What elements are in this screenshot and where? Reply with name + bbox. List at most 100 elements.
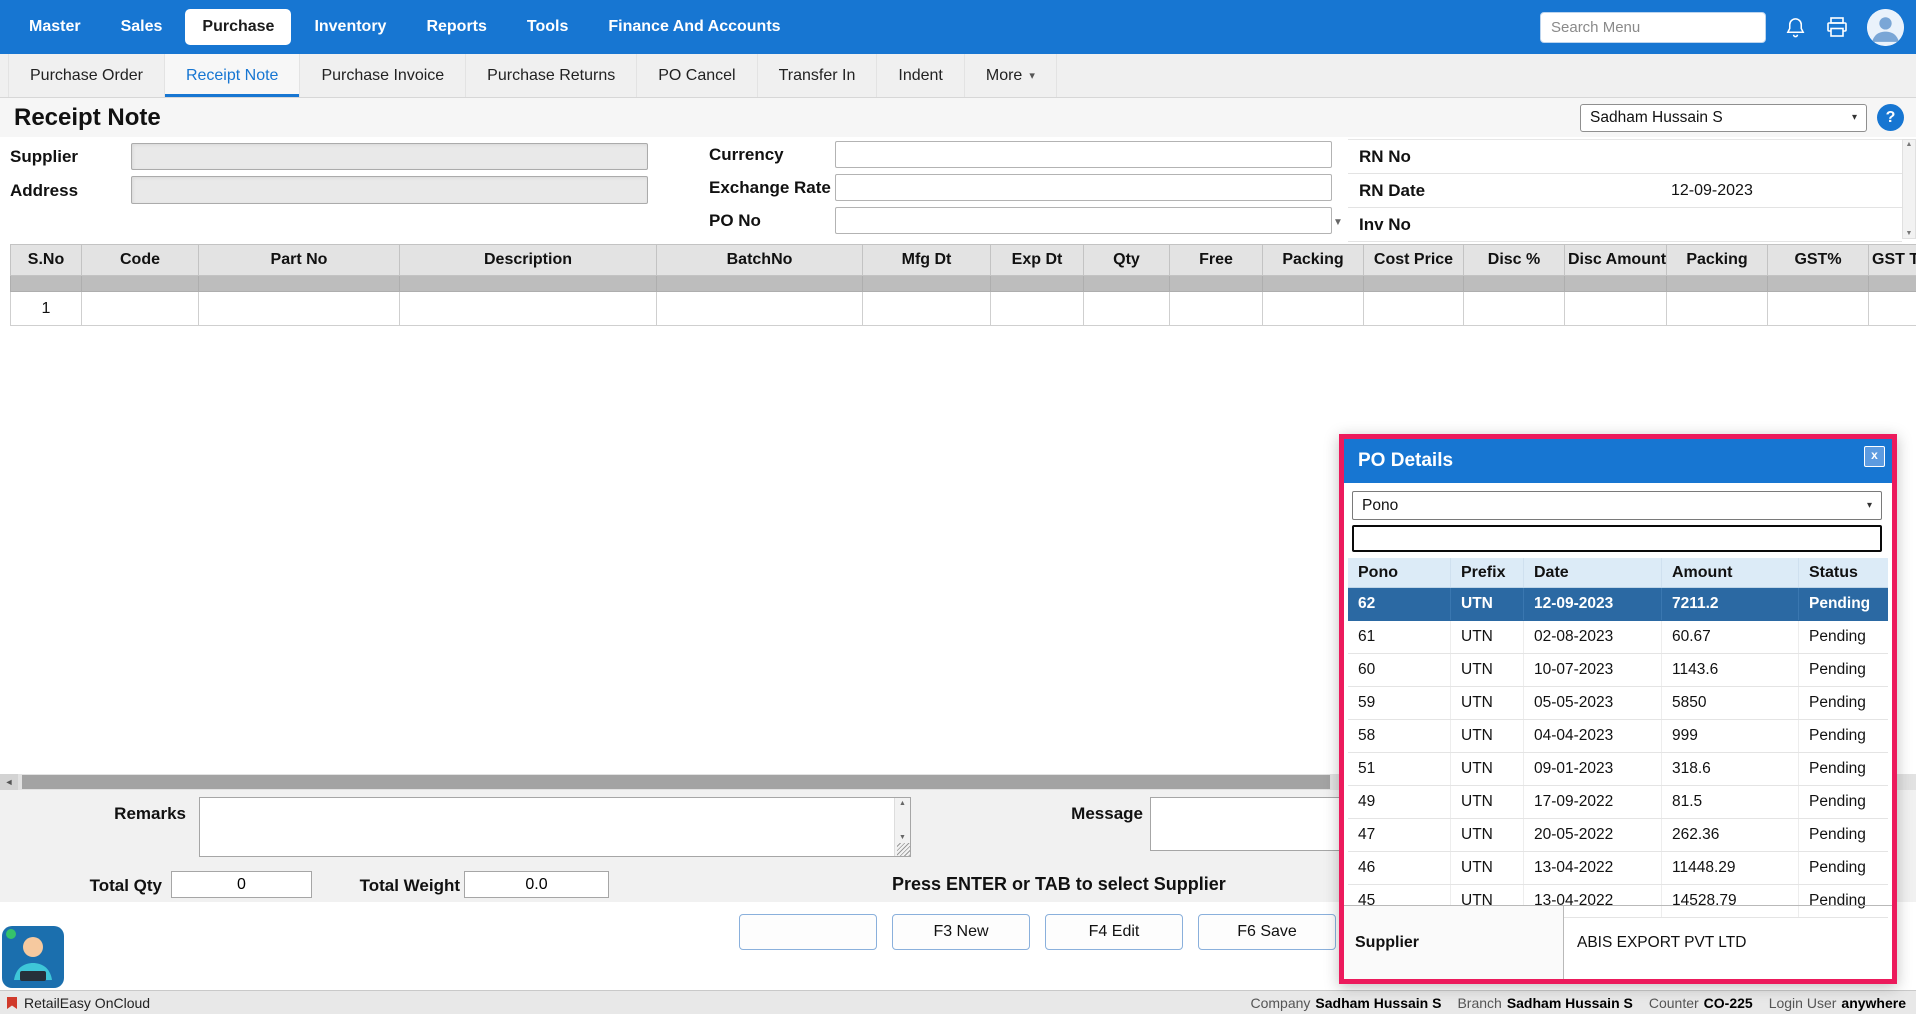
print-icon[interactable] — [1825, 15, 1849, 39]
nav-item-sales[interactable]: Sales — [104, 9, 180, 45]
grid-column-gst-taxamt[interactable]: GST TaxAmt — [1869, 245, 1916, 276]
button-f3-new[interactable]: F3 New — [892, 914, 1030, 950]
grid-cell[interactable] — [1869, 292, 1916, 326]
grid-filter-cell — [1768, 276, 1869, 292]
resize-grip-icon[interactable] — [897, 843, 910, 856]
button-f4-edit[interactable]: F4 Edit — [1045, 914, 1183, 950]
grid-cell[interactable] — [991, 292, 1084, 326]
grid-column-qty[interactable]: Qty — [1084, 245, 1170, 276]
po-row-51[interactable]: 51UTN09-01-2023318.6Pending — [1348, 753, 1888, 786]
exchange-rate-input[interactable] — [835, 174, 1332, 201]
po-column-date[interactable]: Date — [1524, 558, 1662, 588]
info-row-inv-no[interactable]: Inv No — [1348, 208, 1902, 242]
close-icon[interactable]: x — [1864, 446, 1885, 467]
remarks-input[interactable] — [200, 798, 910, 856]
po-row-47[interactable]: 47UTN20-05-2022262.36Pending — [1348, 819, 1888, 852]
grid-cell[interactable] — [863, 292, 991, 326]
tab-po-cancel[interactable]: PO Cancel — [637, 54, 757, 97]
scroll-up-icon[interactable]: ▲ — [1903, 141, 1915, 148]
info-row-rn-date[interactable]: RN Date12-09-2023 — [1348, 174, 1902, 208]
popup-title-bar[interactable]: PO Details x — [1344, 439, 1892, 483]
po-column-prefix[interactable]: Prefix — [1451, 558, 1524, 588]
horizontal-scrollbar-thumb[interactable] — [22, 775, 1330, 789]
grid-cell[interactable] — [1667, 292, 1768, 326]
po-column-pono[interactable]: Pono — [1348, 558, 1451, 588]
nav-item-master[interactable]: Master — [12, 9, 98, 45]
grid-column-part-no[interactable]: Part No — [199, 245, 400, 276]
grid-column-code[interactable]: Code — [82, 245, 199, 276]
user-select[interactable]: Sadham Hussain S ▾ — [1580, 104, 1867, 132]
grid-column-gst[interactable]: GST% — [1768, 245, 1869, 276]
button-blank[interactable] — [739, 914, 877, 950]
grid-cell[interactable] — [1768, 292, 1869, 326]
assistant-mascot-image[interactable] — [2, 926, 64, 988]
scroll-up-icon[interactable]: ▲ — [895, 800, 910, 807]
tab-indent[interactable]: Indent — [877, 54, 964, 97]
grid-column-disc-amount[interactable]: Disc Amount — [1565, 245, 1667, 276]
po-row-49[interactable]: 49UTN17-09-202281.5Pending — [1348, 786, 1888, 819]
grid-cell[interactable] — [1565, 292, 1667, 326]
po-row-46[interactable]: 46UTN13-04-202211448.29Pending — [1348, 852, 1888, 885]
nav-item-purchase[interactable]: Purchase — [185, 9, 291, 45]
currency-input[interactable] — [835, 141, 1332, 168]
button-f6-save[interactable]: F6 Save — [1198, 914, 1336, 950]
po-column-status[interactable]: Status — [1799, 558, 1889, 588]
items-table-row[interactable]: 1 — [11, 292, 1916, 326]
nav-item-reports[interactable]: Reports — [409, 9, 503, 45]
user-avatar[interactable] — [1867, 9, 1904, 46]
po-search-input[interactable] — [1352, 525, 1882, 552]
grid-cell[interactable] — [199, 292, 400, 326]
tab-receipt-note[interactable]: Receipt Note — [165, 54, 301, 97]
po-column-amount[interactable]: Amount — [1662, 558, 1799, 588]
help-button[interactable]: ? — [1877, 104, 1904, 131]
nav-item-tools[interactable]: Tools — [510, 9, 585, 45]
grid-column-packing[interactable]: Packing — [1667, 245, 1768, 276]
po-row-59[interactable]: 59UTN05-05-20235850Pending — [1348, 687, 1888, 720]
notifications-bell-icon[interactable] — [1784, 15, 1807, 40]
tab-more[interactable]: More▾ — [965, 54, 1057, 97]
po-row-60[interactable]: 60UTN10-07-20231143.6Pending — [1348, 654, 1888, 687]
po-cell: UTN — [1451, 654, 1524, 687]
grid-cell[interactable] — [1364, 292, 1464, 326]
po-cell: 62 — [1348, 588, 1451, 621]
supplier-input[interactable] — [131, 143, 648, 170]
grid-cell[interactable]: 1 — [11, 292, 82, 326]
tab-purchase-order[interactable]: Purchase Order — [8, 54, 165, 97]
form-vertical-scrollbar[interactable]: ▲ ▼ — [1902, 139, 1916, 239]
po-row-61[interactable]: 61UTN02-08-202360.67Pending — [1348, 621, 1888, 654]
po-cell: 12-09-2023 — [1524, 588, 1662, 621]
nav-item-inventory[interactable]: Inventory — [297, 9, 403, 45]
grid-column-packing[interactable]: Packing — [1263, 245, 1364, 276]
address-input[interactable] — [131, 176, 648, 204]
grid-column-free[interactable]: Free — [1170, 245, 1263, 276]
grid-cell[interactable] — [1084, 292, 1170, 326]
grid-cell[interactable] — [400, 292, 657, 326]
grid-column-batchno[interactable]: BatchNo — [657, 245, 863, 276]
tab-transfer-in[interactable]: Transfer In — [758, 54, 878, 97]
grid-column-description[interactable]: Description — [400, 245, 657, 276]
search-menu-input[interactable] — [1540, 12, 1766, 43]
tab-purchase-returns[interactable]: Purchase Returns — [466, 54, 637, 97]
grid-cell[interactable] — [657, 292, 863, 326]
po-row-58[interactable]: 58UTN04-04-2023999Pending — [1348, 720, 1888, 753]
nav-item-finance-and-accounts[interactable]: Finance And Accounts — [591, 9, 797, 45]
po-row-62[interactable]: 62UTN12-09-20237211.2Pending — [1348, 588, 1888, 621]
grid-cell[interactable] — [1170, 292, 1263, 326]
scroll-down-icon[interactable]: ▼ — [1903, 230, 1915, 237]
grid-cell[interactable] — [82, 292, 199, 326]
grid-cell[interactable] — [1464, 292, 1565, 326]
grid-column-exp-dt[interactable]: Exp Dt — [991, 245, 1084, 276]
po-filter-select[interactable]: Pono ▾ — [1352, 491, 1882, 520]
grid-column-s-no[interactable]: S.No — [11, 245, 82, 276]
grid-column-cost-price[interactable]: Cost Price — [1364, 245, 1464, 276]
grid-column-disc[interactable]: Disc % — [1464, 245, 1565, 276]
scroll-left-icon[interactable]: ◄ — [0, 774, 18, 790]
grid-column-mfg-dt[interactable]: Mfg Dt — [863, 245, 991, 276]
info-row-rn-no[interactable]: RN No — [1348, 140, 1902, 174]
grid-cell[interactable] — [1263, 292, 1364, 326]
po-cell: Pending — [1799, 621, 1889, 654]
tab-purchase-invoice[interactable]: Purchase Invoice — [300, 54, 466, 97]
scroll-down-icon[interactable]: ▼ — [895, 834, 910, 841]
supplier-hint-text: Press ENTER or TAB to select Supplier — [892, 874, 1226, 895]
po-no-input[interactable] — [835, 207, 1332, 234]
